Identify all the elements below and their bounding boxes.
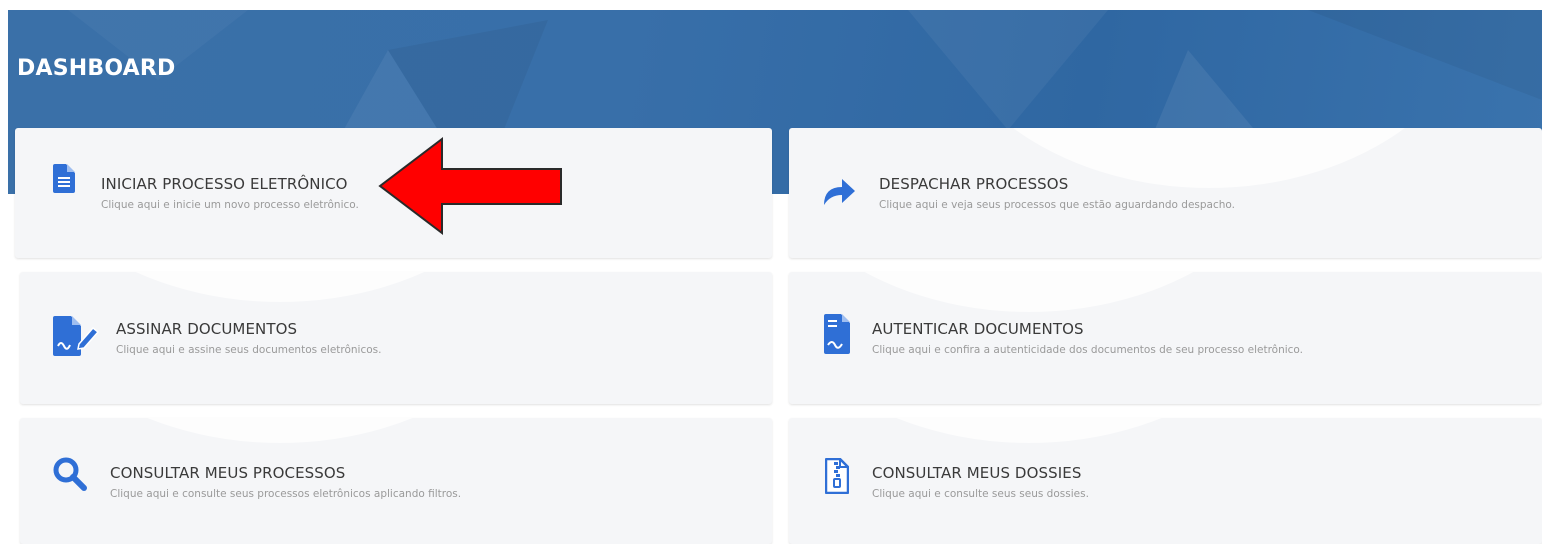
- signed-file-icon: [824, 314, 850, 358]
- document-icon: [53, 164, 75, 197]
- card-title: AUTENTICAR DOCUMENTOS: [872, 320, 1084, 338]
- card-description: Clique aqui e confira a autenticidade do…: [872, 344, 1304, 356]
- card-description: Clique aqui e consulte seus seus dossies…: [872, 488, 1089, 500]
- page-title: DASHBOARD: [17, 56, 176, 81]
- card-title: CONSULTAR MEUS DOSSIES: [872, 464, 1082, 482]
- card-background-arc: [20, 272, 560, 302]
- card-description: Clique aqui e inicie um novo processo el…: [101, 199, 359, 211]
- card-consultar-processos[interactable]: CONSULTAR MEUS PROCESSOS Clique aqui e c…: [20, 418, 772, 544]
- share-arrow-icon: [822, 175, 856, 209]
- card-background-arc: [20, 418, 560, 443]
- card-description: Clique aqui e veja seus processos que es…: [879, 199, 1235, 211]
- card-description: Clique aqui e consulte seus processos el…: [110, 488, 462, 500]
- card-title: CONSULTAR MEUS PROCESSOS: [110, 464, 346, 482]
- card-background-arc: [789, 272, 1309, 312]
- card-title: ASSINAR DOCUMENTOS: [116, 320, 298, 338]
- card-despachar-processos[interactable]: DESPACHAR PROCESSOS Clique aqui e veja s…: [789, 128, 1542, 258]
- card-title: DESPACHAR PROCESSOS: [879, 175, 1069, 193]
- card-consultar-dossies[interactable]: CONSULTAR MEUS DOSSIES Clique aqui e con…: [789, 418, 1542, 544]
- zip-file-icon: [824, 457, 850, 498]
- card-autenticar-documentos[interactable]: AUTENTICAR DOCUMENTOS Clique aqui e conf…: [789, 272, 1542, 404]
- card-title: INICIAR PROCESSO ELETRÔNICO: [101, 175, 348, 193]
- card-background-arc: [789, 418, 1309, 443]
- card-description: Clique aqui e assine seus documentos ele…: [116, 344, 382, 356]
- search-icon: [53, 457, 87, 495]
- card-assinar-documentos[interactable]: ASSINAR DOCUMENTOS Clique aqui e assine …: [20, 272, 772, 404]
- sign-document-icon: [53, 316, 101, 360]
- red-pointer-arrow-icon: [378, 136, 562, 236]
